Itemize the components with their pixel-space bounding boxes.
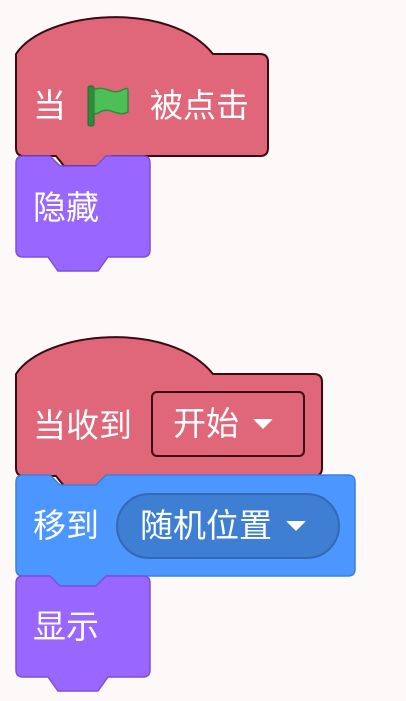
- show-label: 显示: [33, 607, 99, 646]
- message-dropdown[interactable]: 开始: [151, 391, 305, 457]
- flag-clicked-label: 被点击: [150, 86, 249, 125]
- hide-label: 隐藏: [33, 188, 99, 227]
- hat-when-label: 当: [33, 86, 66, 125]
- when-i-receive-label: 当收到: [33, 406, 132, 445]
- chevron-down-icon: [286, 521, 306, 531]
- scripts-canvas: 当 被点击 隐藏 当收到 开始 移到 随机位置 显示: [0, 0, 406, 701]
- chevron-down-icon: [253, 419, 273, 429]
- message-value: 开始: [173, 404, 239, 443]
- go-to-target-dropdown[interactable]: 随机位置: [116, 493, 340, 559]
- go-to-label: 移到: [33, 506, 99, 545]
- go-to-target-value: 随机位置: [140, 506, 272, 545]
